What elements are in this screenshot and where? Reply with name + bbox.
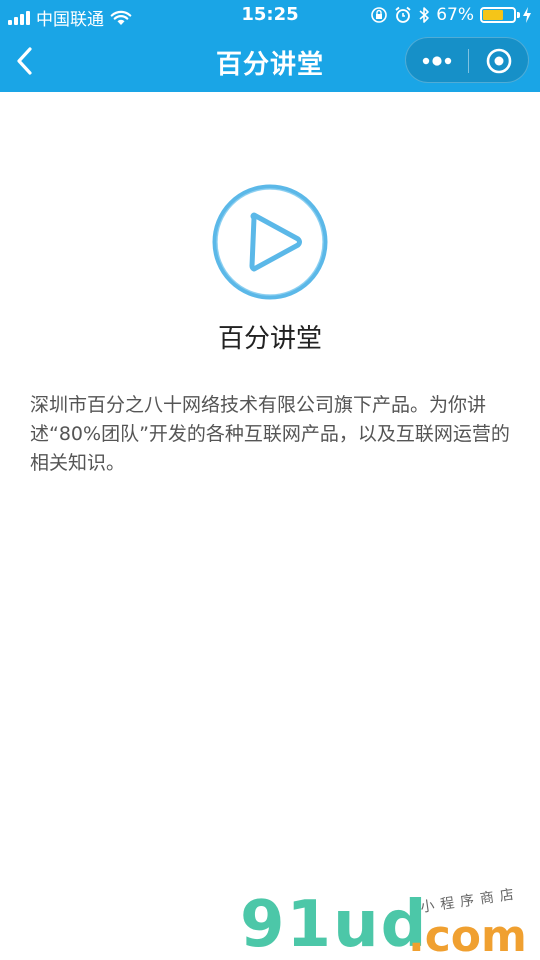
menu-capsule <box>405 37 529 83</box>
status-right: 67% <box>370 5 532 25</box>
battery-fill <box>483 10 503 20</box>
alarm-icon <box>395 6 411 23</box>
header: 中国联通 15:25 67% 百分讲堂 <box>0 0 540 92</box>
close-miniprogram-button[interactable] <box>469 38 529 84</box>
battery-icon <box>480 7 520 23</box>
watermark: 91ud .com 小程序商店 <box>240 886 540 960</box>
target-circle-icon <box>486 48 512 74</box>
more-dots-icon <box>422 56 452 66</box>
app-name: 百分讲堂 <box>217 324 322 354</box>
play-circle-icon <box>212 184 328 300</box>
charging-icon <box>523 7 531 23</box>
watermark-main: 91ud <box>240 888 429 960</box>
battery-percent: 67% <box>436 5 474 25</box>
watermark-suffix: .com <box>408 911 527 960</box>
page: 中国联通 15:25 67% 百分讲堂 百分讲堂 深圳市百分之八十网络技术有限公… <box>0 0 540 960</box>
more-button[interactable] <box>406 38 468 84</box>
orientation-lock-icon <box>371 7 388 23</box>
app-description: 深圳市百分之八十网络技术有限公司旗下产品。为你讲述“80%团队”开发的各种互联网… <box>30 394 510 474</box>
nav-bar: 百分讲堂 <box>0 30 540 92</box>
bluetooth-icon <box>419 7 430 23</box>
status-bar: 中国联通 15:25 67% <box>0 0 540 30</box>
